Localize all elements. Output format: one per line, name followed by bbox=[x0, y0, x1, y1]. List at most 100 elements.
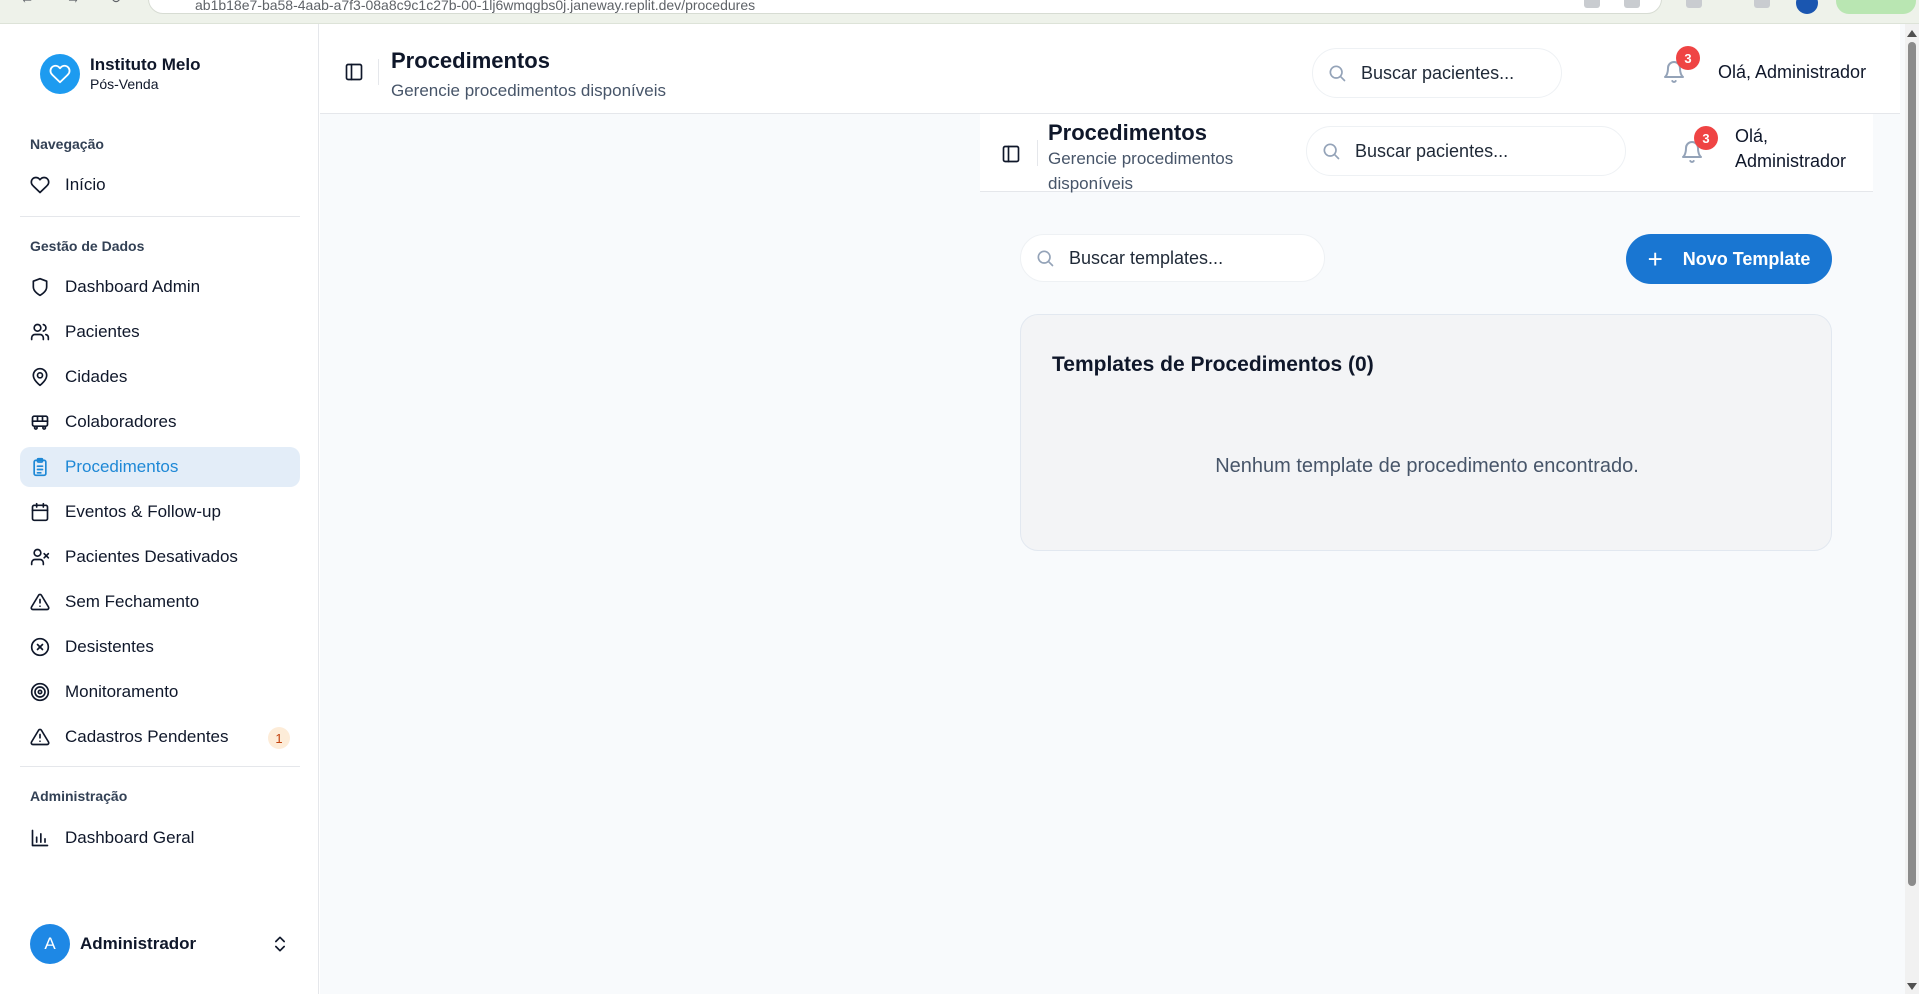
sidebar-item-sem-fechamento[interactable]: Sem Fechamento bbox=[20, 582, 300, 622]
bookmark-star-icon[interactable] bbox=[1624, 0, 1640, 8]
address-bar-url: ab1b18e7-ba58-4aab-a7f3-08a8c9c1c27b-00-… bbox=[195, 0, 756, 13]
page-scrollbar[interactable] bbox=[1905, 24, 1919, 994]
sidebar-item-label: Desistentes bbox=[65, 637, 154, 656]
sidebar-item-inicio[interactable]: Início bbox=[20, 165, 300, 205]
patient-search[interactable] bbox=[1312, 48, 1562, 98]
search-icon bbox=[1327, 63, 1347, 83]
map-pin-icon bbox=[30, 367, 50, 387]
main-content: Procedimentos Gerencie procedimentos dis… bbox=[320, 24, 1919, 994]
sidebar-item-colaboradores[interactable]: Colaboradores bbox=[20, 402, 300, 442]
profile-avatar[interactable] bbox=[1796, 0, 1818, 14]
sidebar-item-label: Cadastros Pendentes bbox=[65, 727, 229, 746]
calendar-icon bbox=[30, 502, 50, 522]
scroll-up-icon[interactable] bbox=[1907, 30, 1917, 37]
back-icon[interactable]: ← bbox=[20, 0, 38, 8]
divider bbox=[20, 216, 300, 217]
extensions-icon[interactable] bbox=[1686, 0, 1702, 8]
user-greeting[interactable]: Olá, Administrador bbox=[1718, 62, 1866, 83]
plus-icon: + bbox=[1647, 244, 1663, 274]
translate-icon[interactable] bbox=[1584, 0, 1600, 8]
user-name: Administrador bbox=[80, 934, 197, 953]
patient-search-input[interactable] bbox=[1355, 140, 1555, 162]
page-subtitle: Gerencie procedimentos disponíveis bbox=[391, 81, 666, 100]
sidebar-item-label: Dashboard Admin bbox=[65, 277, 201, 296]
pending-count-badge: 1 bbox=[268, 727, 290, 749]
sidebar-item-label: Colaboradores bbox=[65, 412, 177, 431]
alert-triangle-icon bbox=[30, 592, 50, 612]
scroll-down-icon[interactable] bbox=[1907, 983, 1917, 990]
sidebar-item-procedimentos[interactable]: Procedimentos bbox=[20, 447, 300, 487]
divider bbox=[1037, 140, 1038, 166]
sidebar-item-label: Dashboard Geral bbox=[65, 828, 195, 847]
heart-icon bbox=[40, 54, 80, 94]
divider bbox=[20, 766, 300, 767]
divider bbox=[378, 59, 379, 85]
section-label-administracao: Administração bbox=[30, 788, 128, 804]
page-subtitle: Gerencie procedimentos disponíveis bbox=[1048, 149, 1234, 193]
alert-triangle-icon bbox=[30, 727, 50, 747]
user-x-icon bbox=[30, 547, 50, 567]
forward-icon[interactable]: → bbox=[66, 0, 84, 8]
section-label-navegacao: Navegação bbox=[30, 136, 104, 152]
notification-badge: 3 bbox=[1694, 126, 1718, 150]
sidebar-item-cadastros-pendentes[interactable]: Cadastros Pendentes 1 bbox=[20, 717, 300, 757]
bar-chart-icon bbox=[30, 828, 50, 848]
sidebar-item-pacientes[interactable]: Pacientes bbox=[20, 312, 300, 352]
template-search-input[interactable] bbox=[1069, 247, 1299, 269]
patient-search[interactable] bbox=[1306, 126, 1626, 176]
templates-card: Templates de Procedimentos (0) Nenhum te… bbox=[1020, 314, 1832, 551]
sidebar-item-label: Início bbox=[65, 175, 106, 194]
sidebar-item-monitoramento[interactable]: Monitoramento bbox=[20, 672, 300, 712]
sidebar-item-label: Eventos & Follow-up bbox=[65, 502, 221, 521]
top-header: Procedimentos Gerencie procedimentos dis… bbox=[320, 24, 1900, 114]
patient-search-input[interactable] bbox=[1361, 62, 1561, 84]
sidebar-item-dashboard-geral[interactable]: Dashboard Geral bbox=[20, 818, 300, 858]
page-title: Procedimentos bbox=[391, 48, 550, 73]
sidebar-item-label: Pacientes Desativados bbox=[65, 547, 238, 566]
user-greeting[interactable]: Olá, Administrador bbox=[1735, 124, 1865, 174]
scrollbar-thumb[interactable] bbox=[1908, 42, 1916, 886]
new-template-label: Novo Template bbox=[1682, 248, 1811, 269]
reload-icon[interactable]: ↻ bbox=[110, 0, 128, 8]
search-icon bbox=[1035, 248, 1055, 268]
bus-icon bbox=[30, 412, 50, 432]
brand-subtitle: Pós-Venda bbox=[90, 76, 159, 92]
sidebar-item-cidades[interactable]: Cidades bbox=[20, 357, 300, 397]
sidebar-item-dashboard-admin[interactable]: Dashboard Admin bbox=[20, 267, 300, 307]
clipboard-icon bbox=[30, 457, 50, 477]
card-title: Templates de Procedimentos (0) bbox=[1052, 353, 1374, 376]
brand-name: Instituto Melo bbox=[90, 55, 201, 74]
sidebar-item-label: Sem Fechamento bbox=[65, 592, 200, 611]
browser-action-button[interactable] bbox=[1836, 0, 1916, 14]
brand[interactable]: Instituto Melo Pós-Venda bbox=[40, 54, 200, 94]
sidebar: Instituto Melo Pós-Venda Navegação Iníci… bbox=[0, 24, 319, 994]
sidebar-item-pacientes-desativados[interactable]: Pacientes Desativados bbox=[20, 537, 300, 577]
new-template-button[interactable]: + Novo Template bbox=[1626, 234, 1832, 284]
avatar: A bbox=[30, 924, 70, 964]
heart-icon bbox=[30, 175, 50, 195]
browser-toolbar: ← → ↻ ab1b18e7-ba58-4aab-a7f3-08a8c9c1c2… bbox=[0, 0, 1919, 24]
sidebar-item-label: Procedimentos bbox=[65, 457, 179, 476]
sidebar-item-desistentes[interactable]: Desistentes bbox=[20, 627, 300, 667]
notification-badge: 3 bbox=[1676, 46, 1700, 70]
sidebar-item-label: Monitoramento bbox=[65, 682, 179, 701]
section-label-gestao: Gestão de Dados bbox=[30, 238, 145, 254]
users-icon bbox=[30, 322, 50, 342]
empty-state-message: Nenhum template de procedimento encontra… bbox=[1215, 455, 1639, 477]
sidebar-toggle-icon[interactable] bbox=[344, 62, 364, 82]
user-menu[interactable]: A Administrador bbox=[30, 924, 290, 964]
search-icon bbox=[1321, 141, 1341, 161]
page-title: Procedimentos bbox=[1048, 120, 1207, 145]
x-circle-icon bbox=[30, 637, 50, 657]
nested-header: Procedimentos Gerencie procedimentos dis… bbox=[980, 114, 1873, 193]
address-bar[interactable]: ab1b18e7-ba58-4aab-a7f3-08a8c9c1c27b-00-… bbox=[148, 0, 1662, 14]
shield-icon bbox=[30, 277, 50, 297]
chevrons-up-down-icon[interactable] bbox=[270, 934, 290, 954]
sidebar-item-label: Cidades bbox=[65, 367, 128, 386]
sidebar-item-label: Pacientes bbox=[65, 322, 140, 341]
target-icon bbox=[30, 682, 50, 702]
sidebar-item-eventos[interactable]: Eventos & Follow-up bbox=[20, 492, 300, 532]
tab-search-icon[interactable] bbox=[1754, 0, 1770, 8]
template-search[interactable] bbox=[1020, 234, 1325, 282]
sidebar-toggle-icon[interactable] bbox=[1001, 144, 1021, 164]
